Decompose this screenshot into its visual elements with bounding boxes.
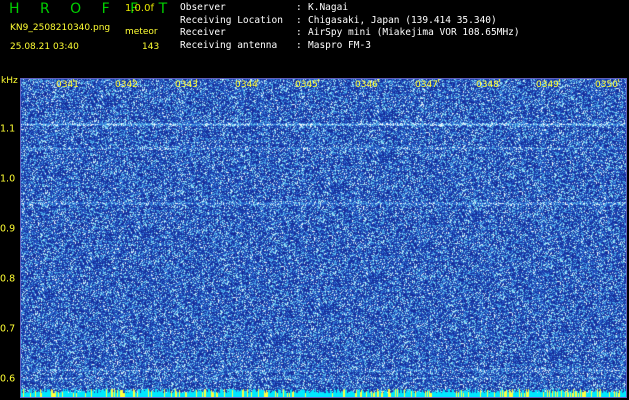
info-key: Receiver	[180, 27, 226, 38]
x-tick-label: 0349	[536, 80, 559, 90]
y-tick-label: 0.7	[0, 323, 16, 335]
info-row-antenna: Receiving antenna: Maspro FM-3	[180, 40, 520, 53]
y-tick-label: 1.1	[0, 123, 16, 135]
info-key: Receiving Location	[180, 14, 283, 26]
x-tick-label: 0346	[355, 80, 378, 90]
x-tick-label: 0348	[476, 80, 499, 90]
timestamp-label: 25.08.21 03:40	[10, 42, 79, 52]
x-tick-label: 0341	[56, 80, 79, 90]
version-label: 1.0.0f	[125, 3, 154, 14]
info-value: Chigasaki, Japan (139.414 35.340)	[308, 14, 497, 26]
count-label: 143	[142, 42, 160, 52]
info-colon: :	[296, 27, 302, 38]
info-key: Observer	[180, 2, 226, 13]
info-value: Maspro FM-3	[308, 39, 371, 51]
info-colon: :	[296, 14, 302, 26]
x-tick-label: 0342	[115, 80, 138, 90]
mode-label: meteor	[125, 27, 158, 37]
frequency-unit-label: kHz	[1, 76, 18, 86]
y-tick-label: 0.8	[0, 273, 16, 285]
info-colon: :	[296, 2, 302, 13]
info-value: AirSpy mini (Miakejima VOR 108.65MHz)	[308, 27, 520, 38]
y-tick-label: 0.9	[0, 223, 16, 235]
x-tick-label: 0344	[235, 80, 258, 90]
info-row-observer: Observer: K.Nagai	[180, 2, 520, 15]
info-value: K.Nagai	[308, 2, 349, 13]
info-row-receiver: Receiver: AirSpy mini (Miakejima VOR 108.…	[180, 27, 520, 40]
y-tick-label: 1.0	[0, 173, 16, 185]
observation-info: Observer: K.Nagai Receiving Location: Chig…	[180, 2, 520, 52]
spectrogram-canvas	[20, 78, 627, 398]
filename-label: KN9_2508210340.png	[10, 23, 111, 33]
x-tick-label: 0350	[595, 80, 618, 90]
info-colon: :	[296, 39, 302, 51]
info-row-location: Receiving Location: Chigasaki, Japan (139…	[180, 15, 520, 28]
x-tick-label: 0345	[295, 80, 318, 90]
x-tick-label: 0343	[175, 80, 198, 90]
info-key: Receiving antenna	[180, 39, 278, 51]
header-panel: H R O F F T 1.0.0f KN9_2508210340.png me…	[0, 0, 629, 78]
y-tick-label: 0.6	[0, 373, 16, 385]
x-tick-label: 0347	[415, 80, 438, 90]
